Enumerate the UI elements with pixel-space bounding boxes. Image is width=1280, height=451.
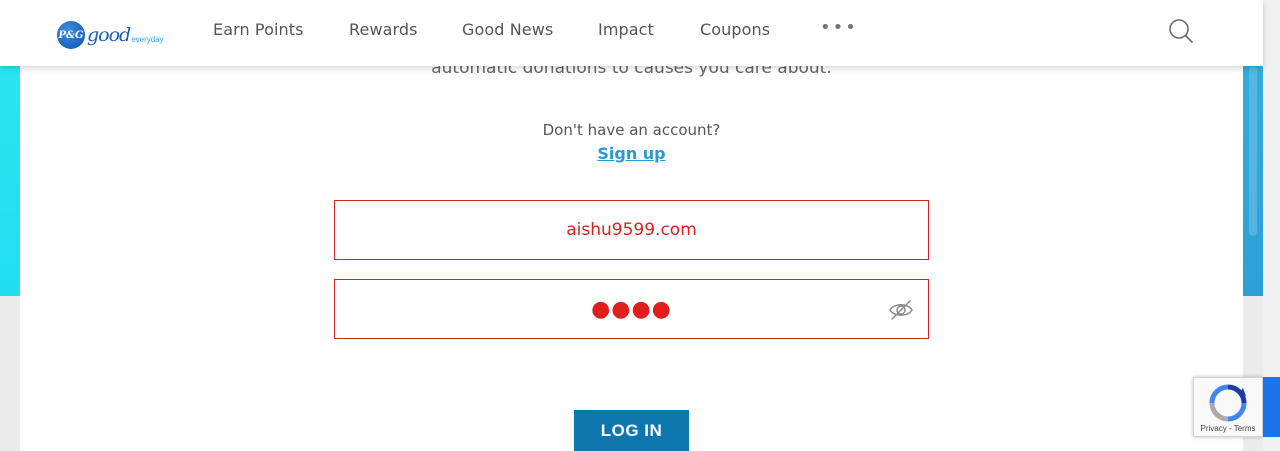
signup-link[interactable]: Sign up	[597, 144, 665, 163]
login-button[interactable]: LOG IN	[574, 410, 689, 451]
site-header: P&G good everyday Earn Points Rewards Go…	[0, 0, 1263, 66]
signup-link-row: Sign up	[0, 144, 1263, 163]
password-mask: ●●●●	[591, 296, 672, 322]
recaptcha-icon	[1209, 384, 1247, 422]
more-menu-icon[interactable]: •••	[820, 19, 858, 37]
recaptcha-badge[interactable]: Privacy - Terms	[1193, 377, 1263, 437]
no-account-text: Don't have an account?	[542, 121, 721, 139]
nav-item-earn-points[interactable]: Earn Points	[213, 20, 304, 39]
pg-good-everyday-logo[interactable]: P&G good everyday	[57, 19, 164, 51]
pg-logo-badge: P&G	[57, 21, 85, 49]
recaptcha-links[interactable]: Privacy - Terms	[1194, 424, 1262, 433]
nav-item-good-news[interactable]: Good News	[462, 20, 553, 39]
password-field[interactable]: ●●●●	[334, 279, 929, 339]
eye-slash-icon[interactable]	[888, 298, 914, 322]
logo-everyday-text: everyday	[131, 34, 164, 44]
email-field[interactable]: aishu9599.com	[334, 200, 929, 260]
nav-item-coupons[interactable]: Coupons	[700, 20, 770, 39]
email-value: aishu9599.com	[566, 220, 697, 240]
nav-item-impact[interactable]: Impact	[598, 20, 654, 39]
search-icon[interactable]	[1168, 18, 1194, 44]
password-value: ●●●●	[335, 280, 928, 338]
nav-item-rewards[interactable]: Rewards	[349, 20, 418, 39]
logo-good-text: good	[87, 24, 131, 46]
recaptcha-side-tab[interactable]	[1263, 377, 1280, 437]
